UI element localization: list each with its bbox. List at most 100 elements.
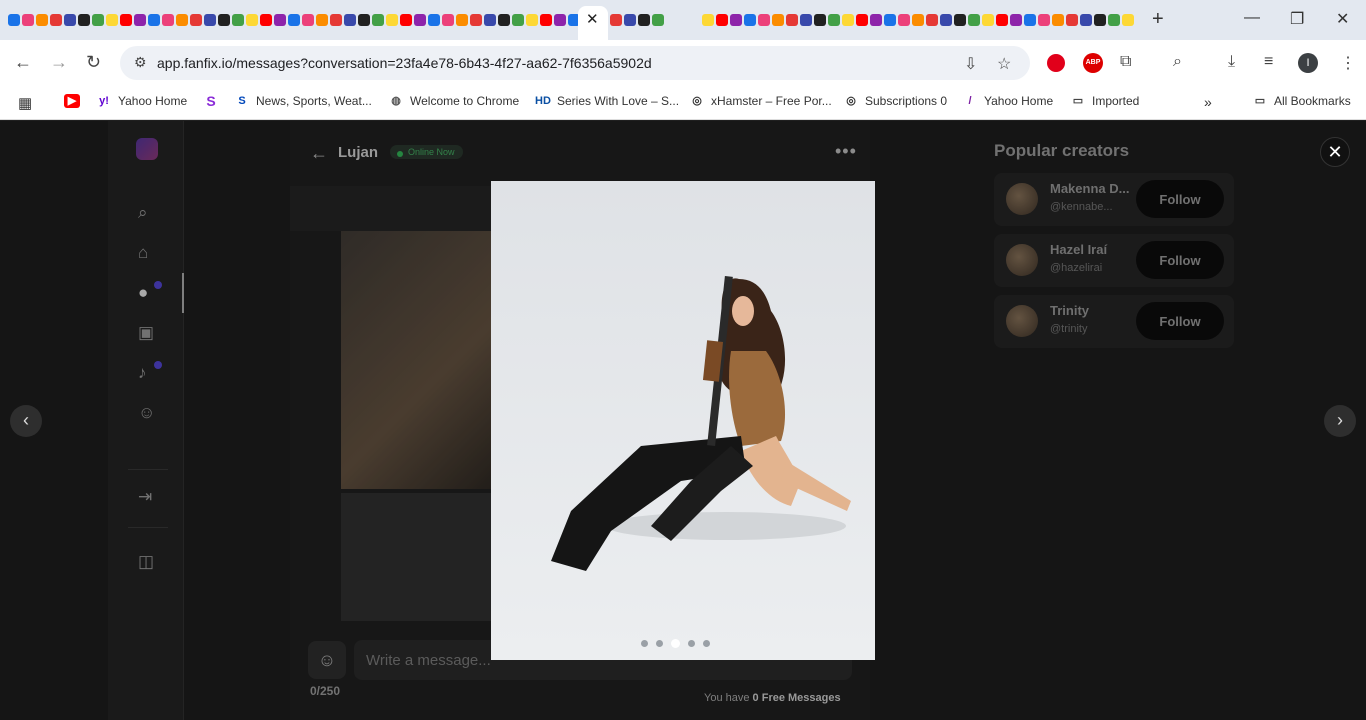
tab-favicon-icon[interactable] (786, 14, 798, 26)
tab-favicon-icon[interactable] (702, 14, 714, 26)
tab-favicon-icon[interactable] (744, 14, 756, 26)
new-tab-button[interactable]: + (1152, 8, 1164, 31)
tab-close-icon[interactable]: ✕ (586, 10, 599, 28)
tab-favicon-icon[interactable] (92, 14, 104, 26)
menu-icon[interactable]: ⋮ (1340, 53, 1356, 73)
tab-favicon-icon[interactable] (554, 14, 566, 26)
tab-favicon-icon[interactable] (316, 14, 328, 26)
tab-favicon-icon[interactable] (730, 14, 742, 26)
apps-icon[interactable]: ▦ (18, 94, 32, 112)
previous-slide-button[interactable]: ‹ (10, 405, 42, 437)
tab-favicon-icon[interactable] (1122, 14, 1134, 26)
youtube-bookmark-icon[interactable]: ▶ (64, 94, 80, 108)
tab-favicon-icon[interactable] (1024, 14, 1036, 26)
tab-favicon-icon[interactable] (260, 14, 272, 26)
tab-favicon-icon[interactable] (870, 14, 882, 26)
tab-favicon-icon[interactable] (540, 14, 552, 26)
next-slide-button[interactable]: › (1324, 405, 1356, 437)
tab-favicon-icon[interactable] (330, 14, 342, 26)
tab-favicon-icon[interactable] (190, 14, 202, 26)
tab-favicon-icon[interactable] (1108, 14, 1120, 26)
tab-favicon-icon[interactable] (78, 14, 90, 26)
tab-favicon-icon[interactable] (716, 14, 728, 26)
tab-favicon-icon[interactable] (856, 14, 868, 26)
slide-indicators[interactable] (641, 639, 710, 648)
tab-favicon-icon[interactable] (498, 14, 510, 26)
close-lightbox-button[interactable]: ✕ (1320, 137, 1350, 167)
tab-favicon-icon[interactable] (8, 14, 20, 26)
tab-favicon-icon[interactable] (372, 14, 384, 26)
slide-dot[interactable] (703, 640, 710, 647)
tab-favicon-icon[interactable] (232, 14, 244, 26)
tab-favicon-icon[interactable] (148, 14, 160, 26)
tab-favicon-icon[interactable] (828, 14, 840, 26)
tab-favicon-icon[interactable] (246, 14, 258, 26)
opera-extension-icon[interactable] (1047, 54, 1065, 72)
tab-favicon-icon[interactable] (484, 14, 496, 26)
tab-favicon-icon[interactable] (134, 14, 146, 26)
close-window-icon[interactable]: ✕ (1336, 9, 1349, 29)
tab-favicon-icon[interactable] (288, 14, 300, 26)
all-bookmarks[interactable]: ▭ All Bookmarks (1252, 94, 1351, 108)
tab-favicon-icon[interactable] (968, 14, 980, 26)
tab-favicon-icon[interactable] (204, 14, 216, 26)
tab-favicon-icon[interactable] (898, 14, 910, 26)
slide-dot[interactable] (671, 639, 680, 648)
tab-favicon-icon[interactable] (302, 14, 314, 26)
tab-favicon-icon[interactable] (1080, 14, 1092, 26)
tab-favicon-icon[interactable] (610, 14, 622, 26)
tab-favicon-icon[interactable] (106, 14, 118, 26)
slide-dot[interactable] (656, 640, 663, 647)
bookmark-item[interactable]: ◍ Welcome to Chrome (388, 94, 519, 108)
tab-favicon-icon[interactable] (912, 14, 924, 26)
tab-favicon-icon[interactable] (926, 14, 938, 26)
bookmark-item[interactable]: ◎ xHamster – Free Por... (689, 94, 832, 108)
tab-favicon-icon[interactable] (996, 14, 1008, 26)
slide-dot[interactable] (641, 640, 648, 647)
bookmark-item[interactable]: S News, Sports, Weat... (234, 94, 372, 108)
bookmark-item[interactable]: ◎ Subscriptions 0 (843, 94, 947, 108)
media-control-icon[interactable]: ≡ (1264, 53, 1273, 71)
tab-favicon-icon[interactable] (800, 14, 812, 26)
tab-favicon-icon[interactable] (1010, 14, 1022, 26)
tab-favicon-icon[interactable] (526, 14, 538, 26)
tab-favicon-icon[interactable] (470, 14, 482, 26)
tab-favicon-icon[interactable] (842, 14, 854, 26)
tab-favicon-icon[interactable] (218, 14, 230, 26)
tab-favicon-icon[interactable] (772, 14, 784, 26)
extensions-icon[interactable]: ⧉ (1120, 53, 1131, 71)
site-info-icon[interactable]: ⚙ (134, 54, 147, 71)
tab-favicon-icon[interactable] (940, 14, 952, 26)
slide-dot[interactable] (688, 640, 695, 647)
search-tabs-icon[interactable]: ⌕ (1173, 53, 1182, 71)
tab-favicon-icon[interactable] (414, 14, 426, 26)
back-icon[interactable]: ← (14, 52, 32, 73)
bookmark-item[interactable]: y! Yahoo Home (96, 94, 187, 108)
tab-favicon-icon[interactable] (162, 14, 174, 26)
tab-favicon-icon[interactable] (22, 14, 34, 26)
tab-favicon-icon[interactable] (344, 14, 356, 26)
tab-favicon-icon[interactable] (36, 14, 48, 26)
lightbox-image[interactable] (491, 181, 875, 660)
tab-favicon-icon[interactable] (50, 14, 62, 26)
url-text[interactable]: app.fanfix.io/messages?conversation=23fa… (157, 55, 652, 71)
forward-icon[interactable]: → (50, 52, 68, 73)
install-app-icon[interactable]: ⇩ (964, 54, 977, 74)
tab-favicon-icon[interactable] (884, 14, 896, 26)
tab-favicon-icon[interactable] (1052, 14, 1064, 26)
tab-favicon-icon[interactable] (624, 14, 636, 26)
tab-favicon-icon[interactable] (442, 14, 454, 26)
profile-avatar[interactable]: I (1298, 53, 1318, 73)
download-icon[interactable]: ⤓ (1228, 53, 1235, 71)
tab-favicon-icon[interactable] (758, 14, 770, 26)
tab-favicon-icon[interactable] (120, 14, 132, 26)
tab-favicon-icon[interactable] (428, 14, 440, 26)
tab-favicon-icon[interactable] (456, 14, 468, 26)
bookmark-item[interactable]: ▭ Imported (1070, 94, 1140, 108)
tab-favicon-icon[interactable] (652, 14, 664, 26)
bookmark-star-icon[interactable]: ☆ (997, 54, 1011, 74)
address-bar[interactable]: ⚙ app.fanfix.io/messages?conversation=23… (120, 46, 1030, 80)
tab-favicon-icon[interactable] (954, 14, 966, 26)
tab-favicon-icon[interactable] (274, 14, 286, 26)
maximize-icon[interactable]: ❐ (1290, 9, 1304, 29)
